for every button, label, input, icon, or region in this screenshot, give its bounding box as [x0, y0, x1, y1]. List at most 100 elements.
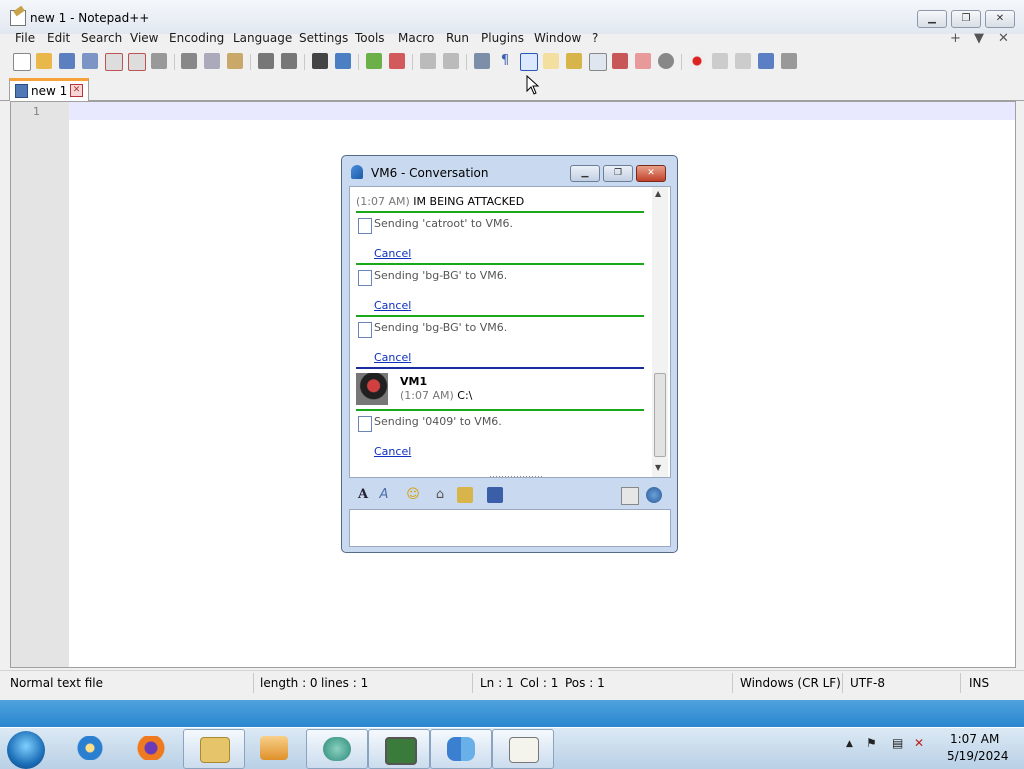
- close-button[interactable]: ✕: [985, 10, 1015, 28]
- save-macro-icon[interactable]: [781, 53, 797, 69]
- font-icon[interactable]: A: [355, 487, 371, 503]
- word-wrap-icon[interactable]: [474, 53, 490, 69]
- save-icon[interactable]: [59, 53, 75, 69]
- clock-date[interactable]: 5/19/2024: [947, 749, 1009, 763]
- find-icon[interactable]: [312, 53, 328, 69]
- menu-settings[interactable]: Settings: [299, 31, 348, 45]
- tab-close-icon[interactable]: ✕: [70, 84, 83, 97]
- menu-encoding[interactable]: Encoding: [169, 31, 224, 45]
- save-all-icon[interactable]: [82, 53, 98, 69]
- replace-icon[interactable]: [335, 53, 351, 69]
- indent-guide-icon[interactable]: [520, 53, 538, 71]
- document-map-icon[interactable]: [566, 53, 582, 69]
- taskbar-messenger[interactable]: [306, 729, 368, 769]
- redo-icon[interactable]: [281, 53, 297, 69]
- show-all-characters-icon[interactable]: ¶: [497, 53, 513, 69]
- menu-language[interactable]: Language: [233, 31, 292, 45]
- tab-new-1[interactable]: new 1 ✕: [9, 78, 89, 101]
- user-defined-language-icon[interactable]: [543, 53, 559, 69]
- taskbar-terminal[interactable]: [368, 729, 430, 769]
- transfer-cancel-link[interactable]: Cancel: [374, 247, 411, 260]
- resize-grip[interactable]: [490, 476, 544, 477]
- scroll-down-icon[interactable]: ▼: [655, 463, 661, 472]
- clock-time[interactable]: 1:07 AM: [950, 732, 999, 746]
- message-input[interactable]: [349, 509, 671, 547]
- function-list-icon[interactable]: [589, 53, 607, 71]
- menu-plugins[interactable]: Plugins: [481, 31, 524, 45]
- start-button[interactable]: [7, 731, 45, 769]
- menu-window[interactable]: Window: [534, 31, 581, 45]
- taskbar-notepadpp[interactable]: [492, 729, 554, 769]
- title-bar[interactable]: new 1 - Notepad++ ▁ ❐ ✕: [0, 0, 1024, 34]
- vertical-scrollbar[interactable]: ▲ ▼: [652, 187, 668, 477]
- stop-macro-icon[interactable]: [712, 53, 728, 69]
- print-icon[interactable]: [151, 53, 167, 69]
- undo-icon[interactable]: [258, 53, 274, 69]
- paste-icon[interactable]: [227, 53, 243, 69]
- conversation-minimize-button[interactable]: ▁: [570, 165, 600, 182]
- show-hidden-icons[interactable]: ▲: [846, 739, 853, 749]
- monitoring-icon[interactable]: [635, 53, 651, 69]
- comment-icon[interactable]: [658, 53, 674, 69]
- new-file-icon[interactable]: [13, 53, 31, 71]
- text-color-icon[interactable]: A: [376, 487, 392, 503]
- send-file-icon[interactable]: ⌂: [432, 487, 448, 503]
- minimize-button[interactable]: ▁: [917, 10, 947, 28]
- volume-muted-icon[interactable]: ✕: [914, 736, 924, 750]
- action-center-flag-icon[interactable]: ⚑: [866, 736, 877, 750]
- network-icon[interactable]: ▤: [892, 736, 903, 750]
- menu-run[interactable]: Run: [446, 31, 469, 45]
- transfer-cancel-link[interactable]: Cancel: [374, 445, 411, 458]
- status-insert-mode[interactable]: INS: [969, 676, 989, 690]
- menu-file[interactable]: File: [15, 31, 35, 45]
- conversation-title: VM6 - Conversation: [371, 166, 489, 180]
- scrollbar-thumb[interactable]: [654, 373, 666, 457]
- transfer-cancel-link[interactable]: Cancel: [374, 351, 411, 364]
- save-conversation-icon[interactable]: [487, 487, 503, 503]
- record-macro-icon[interactable]: [689, 53, 705, 69]
- zoom-in-icon[interactable]: [366, 53, 382, 69]
- conversation-history[interactable]: (1:07 AM) IM BEING ATTACKED Sending 'cat…: [349, 186, 671, 478]
- taskbar-users[interactable]: [430, 729, 492, 769]
- run-macro-multiple-icon[interactable]: [758, 53, 774, 69]
- conversation-close-button[interactable]: ✕: [636, 165, 666, 182]
- menu-help[interactable]: ?: [592, 31, 598, 45]
- menu-view[interactable]: View: [130, 31, 158, 45]
- status-eol[interactable]: Windows (CR LF): [740, 676, 841, 690]
- avatar: [356, 373, 388, 405]
- sync-vertical-icon[interactable]: [420, 53, 436, 69]
- current-line-highlight[interactable]: [69, 102, 1015, 120]
- paste-file-icon[interactable]: [621, 487, 639, 505]
- play-macro-icon[interactable]: [735, 53, 751, 69]
- emoticon-icon[interactable]: ☺: [405, 487, 421, 503]
- taskbar-firefox[interactable]: [121, 729, 181, 767]
- close-all-icon[interactable]: [128, 53, 146, 71]
- transfer-cancel-link[interactable]: Cancel: [374, 299, 411, 312]
- taskbar-media-player[interactable]: [244, 729, 304, 767]
- tab-label: new 1: [31, 84, 68, 98]
- close-icon[interactable]: [105, 53, 123, 71]
- menu-macro[interactable]: Macro: [398, 31, 434, 45]
- tab-list-icon[interactable]: ▼: [974, 31, 984, 46]
- taskbar-explorer[interactable]: [183, 729, 245, 769]
- new-tab-icon[interactable]: +: [950, 31, 961, 46]
- menu-tools[interactable]: Tools: [355, 31, 385, 45]
- notepadpp-app-icon[interactable]: [10, 10, 26, 26]
- sync-horizontal-icon[interactable]: [443, 53, 459, 69]
- line-number: 1: [33, 105, 40, 118]
- settings-icon[interactable]: [646, 487, 662, 503]
- menu-search[interactable]: Search: [81, 31, 122, 45]
- folder-as-workspace-icon[interactable]: [612, 53, 628, 69]
- status-encoding[interactable]: UTF-8: [850, 676, 885, 690]
- open-file-icon[interactable]: [36, 53, 52, 69]
- cut-icon[interactable]: [181, 53, 197, 69]
- copy-icon[interactable]: [204, 53, 220, 69]
- zoom-out-icon[interactable]: [389, 53, 405, 69]
- close-doc-icon[interactable]: ✕: [998, 31, 1009, 46]
- maximize-button[interactable]: ❐: [951, 10, 981, 28]
- taskbar-internet-explorer[interactable]: [60, 729, 120, 767]
- menu-edit[interactable]: Edit: [47, 31, 70, 45]
- folder-icon[interactable]: [457, 487, 473, 503]
- conversation-maximize-button[interactable]: ❐: [603, 165, 633, 182]
- scroll-up-icon[interactable]: ▲: [655, 189, 661, 198]
